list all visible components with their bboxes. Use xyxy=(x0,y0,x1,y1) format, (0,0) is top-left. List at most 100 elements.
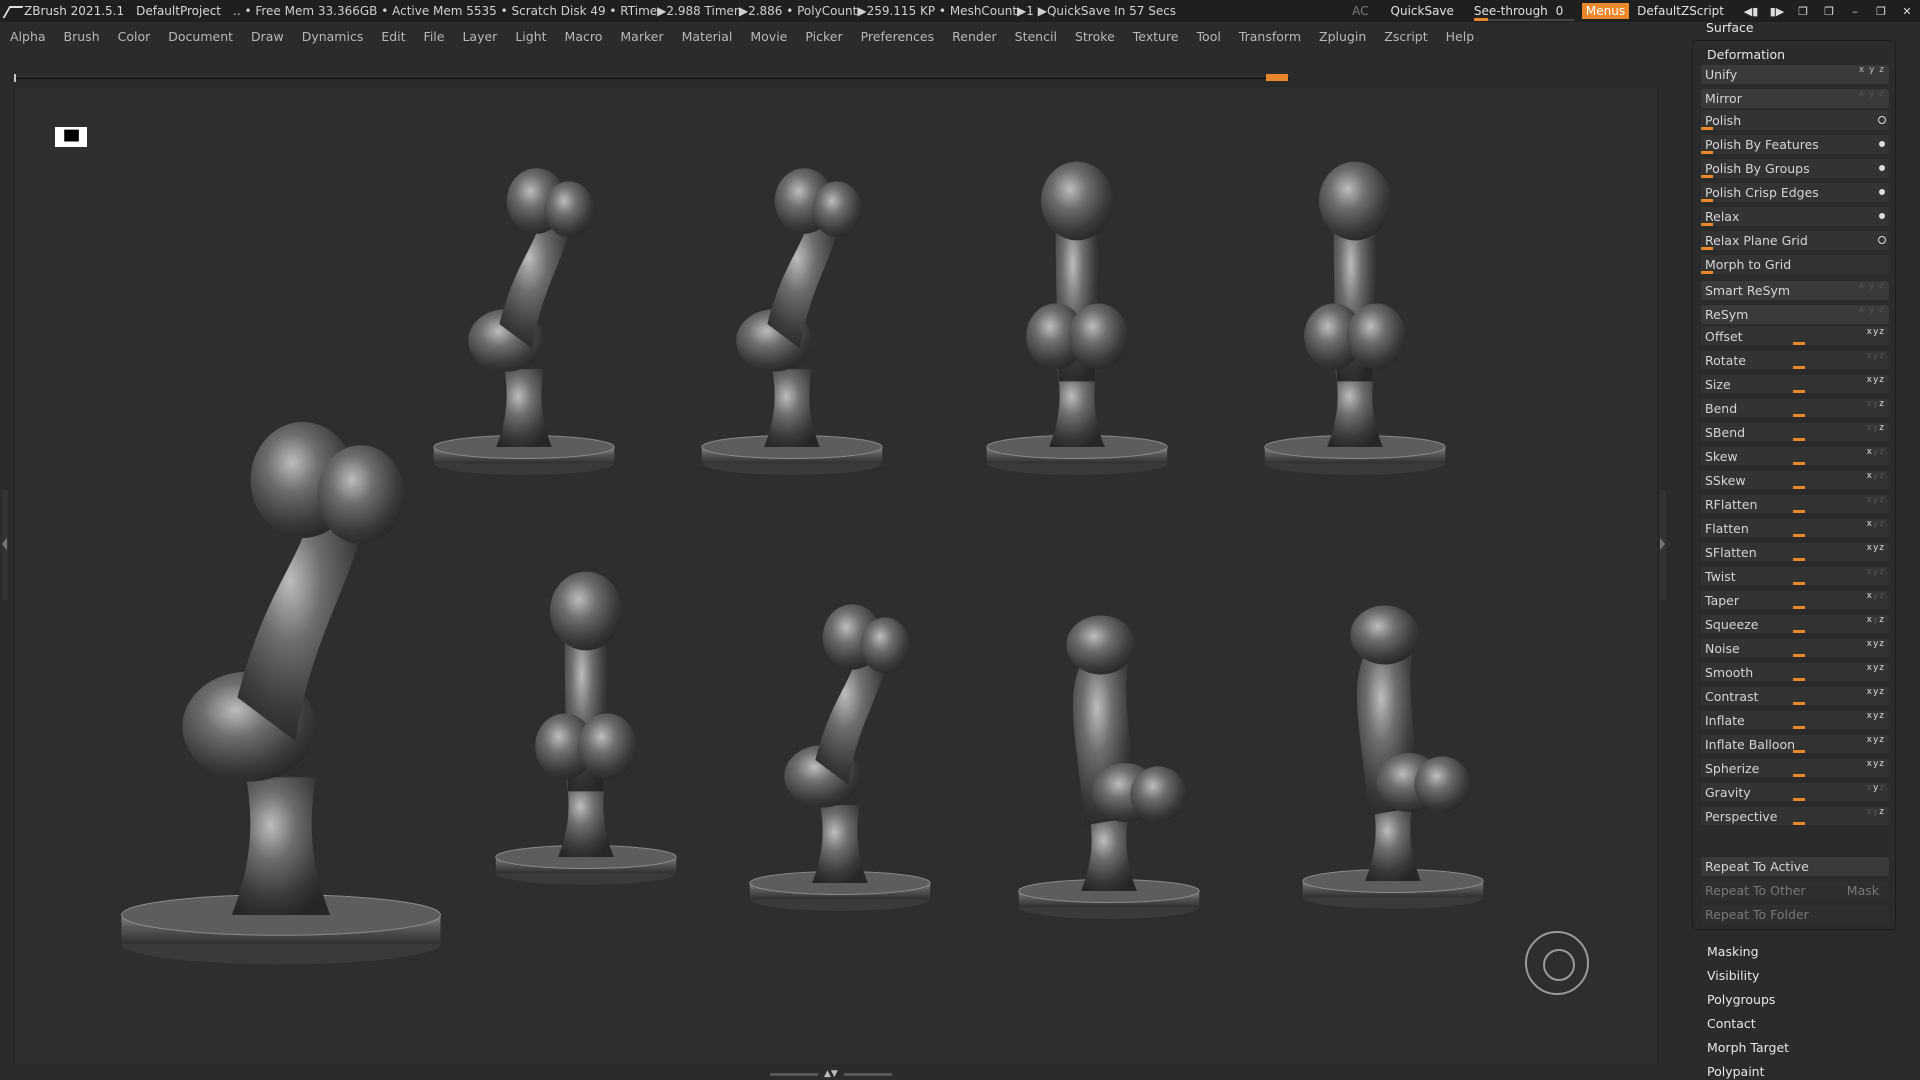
slider-knob[interactable] xyxy=(1793,414,1805,417)
minimize-icon[interactable]: – xyxy=(1842,0,1868,22)
mirror-axis-toggles[interactable]: x y z xyxy=(1859,85,1885,104)
slider-axis-toggles[interactable]: xyz xyxy=(1867,491,1885,510)
slider-knob[interactable] xyxy=(1793,366,1805,369)
menu-zscript[interactable]: Zscript xyxy=(1384,29,1427,44)
subpalette-contact[interactable]: Contact xyxy=(1707,1016,1756,1031)
slider-knob[interactable] xyxy=(1793,750,1805,753)
smooth-slider[interactable]: Smooth xyz xyxy=(1701,663,1889,682)
bend-slider[interactable]: Bend xyz xyxy=(1701,399,1889,418)
slider-axis-toggles[interactable]: xyz xyxy=(1867,635,1885,654)
slider-knob[interactable] xyxy=(1793,582,1805,585)
menu-movie[interactable]: Movie xyxy=(750,29,787,44)
menu-tool[interactable]: Tool xyxy=(1197,29,1221,44)
zbrush-hud-icon[interactable]: ██ xyxy=(55,127,87,147)
quicksave-button[interactable]: QuickSave xyxy=(1391,4,1454,18)
skew-slider[interactable]: Skew xyz xyxy=(1701,447,1889,466)
slider-axis-toggles[interactable]: xyz xyxy=(1867,755,1885,774)
inflate-balloon-slider[interactable]: Inflate Balloon xyz xyxy=(1701,735,1889,754)
timeline-knob[interactable] xyxy=(1266,74,1288,81)
timeline-marker[interactable] xyxy=(14,74,16,82)
slider-axis-toggles[interactable]: xyz xyxy=(1867,323,1885,342)
document-canvas[interactable]: ██ xyxy=(14,86,1658,1066)
slider-axis-toggles[interactable]: xyz xyxy=(1867,347,1885,366)
relax-slider[interactable]: Relax xyxy=(1701,207,1889,226)
polish-by-features-slider[interactable]: Polish By Features xyxy=(1701,135,1889,154)
squeeze-slider[interactable]: Squeeze xyz xyxy=(1701,615,1889,634)
size-slider[interactable]: Size xyz xyxy=(1701,375,1889,394)
relax-plane-toggle-icon[interactable] xyxy=(1878,236,1886,244)
slider-knob[interactable] xyxy=(1793,438,1805,441)
menus-toggle[interactable]: Menus xyxy=(1581,3,1630,19)
timeline[interactable] xyxy=(14,74,1290,82)
mirror-button[interactable]: Mirror x y z xyxy=(1701,89,1889,108)
see-through-slider[interactable]: See-through 0 xyxy=(1473,4,1574,21)
right-tray-handle[interactable] xyxy=(1660,490,1666,600)
flatten-slider[interactable]: Flatten xyz xyxy=(1701,519,1889,538)
slider-knob[interactable] xyxy=(1793,630,1805,633)
restore-icon[interactable]: ❐ xyxy=(1868,0,1894,22)
close-icon[interactable]: ✕ xyxy=(1894,0,1920,22)
slider-axis-toggles[interactable]: xyz xyxy=(1867,515,1885,534)
menu-material[interactable]: Material xyxy=(682,29,733,44)
slider-axis-toggles[interactable]: xyz xyxy=(1867,683,1885,702)
polish-groups-toggle-icon[interactable] xyxy=(1879,165,1885,171)
slider-knob[interactable] xyxy=(1793,822,1805,825)
left-tray-handle[interactable] xyxy=(2,490,8,600)
menu-picker[interactable]: Picker xyxy=(805,29,842,44)
noise-slider[interactable]: Noise xyz xyxy=(1701,639,1889,658)
menu-light[interactable]: Light xyxy=(515,29,546,44)
slider-axis-toggles[interactable]: xyz xyxy=(1867,587,1885,606)
menu-layer[interactable]: Layer xyxy=(462,29,497,44)
slider-knob[interactable] xyxy=(1793,342,1805,345)
menu-draw[interactable]: Draw xyxy=(251,29,284,44)
twist-slider[interactable]: Twist xyz xyxy=(1701,567,1889,586)
relax-plane-grid-slider[interactable]: Relax Plane Grid xyxy=(1701,231,1889,250)
slider-knob[interactable] xyxy=(1793,558,1805,561)
slider-knob[interactable] xyxy=(1793,510,1805,513)
menu-edit[interactable]: Edit xyxy=(381,29,405,44)
slider-axis-toggles[interactable]: xyz xyxy=(1867,419,1885,438)
default-zscript-button[interactable]: DefaultZScript xyxy=(1637,4,1724,18)
subpalette-polygroups[interactable]: Polygroups xyxy=(1707,992,1775,1007)
layout-toggle-2-icon[interactable]: ▮▶ xyxy=(1764,0,1790,22)
offset-slider[interactable]: Offset xyz xyxy=(1701,327,1889,346)
slider-axis-toggles[interactable]: xyz xyxy=(1867,467,1885,486)
navigation-gizmo-icon[interactable] xyxy=(1525,931,1589,995)
slider-axis-toggles[interactable]: xyz xyxy=(1867,731,1885,750)
slider-axis-toggles[interactable]: xyz xyxy=(1867,539,1885,558)
menu-marker[interactable]: Marker xyxy=(620,29,663,44)
ac-toggle[interactable]: AC xyxy=(1352,4,1368,18)
slider-axis-toggles[interactable]: xyz xyxy=(1867,371,1885,390)
taper-slider[interactable]: Taper xyz xyxy=(1701,591,1889,610)
subpalette-masking[interactable]: Masking xyxy=(1707,944,1759,959)
slider-knob[interactable] xyxy=(1793,390,1805,393)
resym-axis-toggles[interactable]: x y z xyxy=(1859,301,1885,320)
menu-alpha[interactable]: Alpha xyxy=(10,29,46,44)
slider-axis-toggles[interactable]: xyz xyxy=(1867,659,1885,678)
menu-texture[interactable]: Texture xyxy=(1133,29,1179,44)
menu-stroke[interactable]: Stroke xyxy=(1075,29,1115,44)
polish-crisp-toggle-icon[interactable] xyxy=(1879,189,1885,195)
slider-knob[interactable] xyxy=(1793,606,1805,609)
polish-features-toggle-icon[interactable] xyxy=(1879,141,1885,147)
slider-axis-toggles[interactable]: xyz xyxy=(1867,395,1885,414)
smart-resym-button[interactable]: Smart ReSym x y z xyxy=(1701,281,1889,300)
slider-axis-toggles[interactable]: xyz xyxy=(1867,779,1885,798)
smart-resym-axis-toggles[interactable]: x y z xyxy=(1859,277,1885,296)
resym-button[interactable]: ReSym x y z xyxy=(1701,305,1889,324)
polish-slider[interactable]: Polish xyxy=(1701,111,1889,130)
repeat-to-folder-button[interactable]: Repeat To Folder xyxy=(1701,905,1889,924)
menu-help[interactable]: Help xyxy=(1446,29,1475,44)
subpalette-visibility[interactable]: Visibility xyxy=(1707,968,1759,983)
slider-axis-toggles[interactable]: xyz xyxy=(1867,563,1885,582)
window-layout-icon[interactable]: ❒ xyxy=(1816,0,1842,22)
polish-crisp-edges-slider[interactable]: Polish Crisp Edges xyxy=(1701,183,1889,202)
dock-icon[interactable]: ❐ xyxy=(1790,0,1816,22)
slider-knob[interactable] xyxy=(1793,654,1805,657)
menu-file[interactable]: File xyxy=(424,29,445,44)
rflatten-slider[interactable]: RFlatten xyz xyxy=(1701,495,1889,514)
slider-axis-toggles[interactable]: xyz xyxy=(1867,803,1885,822)
menu-stencil[interactable]: Stencil xyxy=(1015,29,1057,44)
layout-toggle-icon[interactable]: ◀▮ xyxy=(1738,0,1764,22)
polish-toggle-icon[interactable] xyxy=(1878,116,1886,124)
